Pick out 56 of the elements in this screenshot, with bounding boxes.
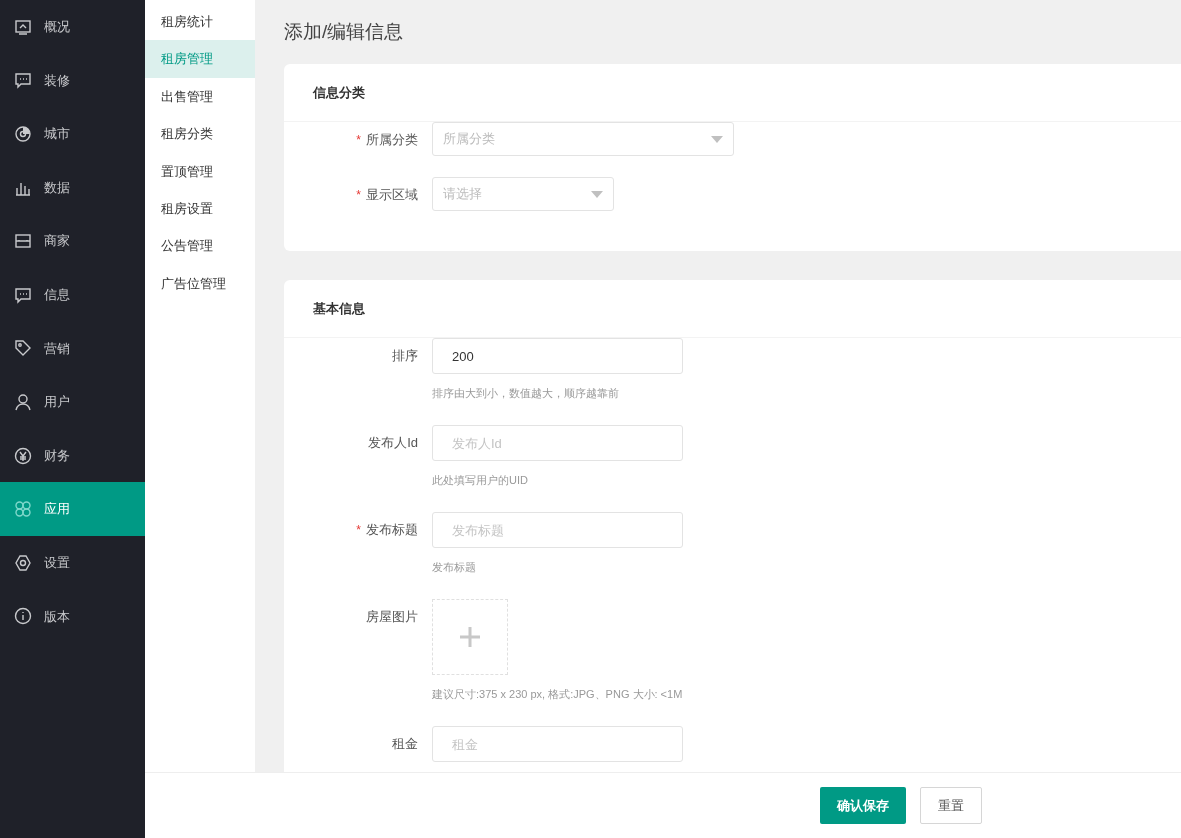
sidebar-item[interactable]: 财务 (0, 428, 145, 483)
sidebar-item[interactable]: 设置 (0, 535, 145, 590)
caret-icon (711, 135, 723, 143)
monitor-icon (14, 17, 32, 36)
sidebar-item[interactable]: 概况 (0, 0, 145, 54)
submenu-item[interactable]: 公告管理 (145, 227, 255, 265)
help-text: 此处填写用户的UID (432, 473, 529, 487)
sidebar-item[interactable]: 数据 (0, 160, 145, 215)
sidebar-item[interactable]: 用户 (0, 375, 145, 429)
sidebar-item[interactable]: 商家 (0, 214, 145, 268)
submenu-item[interactable]: 租房分类 (145, 115, 255, 153)
image-upload[interactable] (432, 599, 508, 675)
submenu-item[interactable]: 租房统计 (145, 3, 255, 41)
section-title: 信息分类 (313, 83, 365, 102)
input-field[interactable]: 200 (432, 338, 683, 374)
field-label: 排序 (392, 347, 418, 365)
sidebar-item[interactable]: 装修 (0, 53, 145, 108)
sidebar-item[interactable]: 城市 (0, 107, 145, 161)
yen-icon (14, 446, 32, 465)
tag-icon (14, 339, 32, 358)
submenu-item[interactable]: 租房设置 (145, 189, 255, 228)
field-label: 所属分类 (366, 131, 418, 149)
info-icon (14, 607, 32, 626)
required-mark: * (356, 132, 361, 149)
sidebar-item[interactable]: 营销 (0, 321, 145, 376)
field-label: 显示区域 (366, 186, 418, 204)
required-mark: * (356, 522, 361, 539)
reset-button[interactable]: 重置 (920, 787, 982, 824)
submenu-item[interactable]: 置顶管理 (145, 152, 255, 190)
sidebar-item[interactable]: 应用 (0, 482, 145, 536)
store-icon (14, 232, 32, 251)
page-title: 添加/编辑信息 (284, 20, 405, 44)
help-text: 发布标题 (432, 560, 477, 574)
caret-icon (591, 190, 603, 198)
save-button[interactable]: 确认保存 (820, 787, 906, 824)
settings-icon (14, 553, 32, 572)
field-label: 房屋图片 (366, 608, 418, 626)
gauge-icon (14, 125, 32, 143)
user-icon (14, 392, 32, 411)
submenu-item[interactable]: 广告位管理 (145, 264, 255, 303)
sidebar-item[interactable]: 版本 (0, 589, 145, 644)
input-field[interactable]: 租金 (432, 726, 683, 762)
help-text: 建议尺寸:375 x 230 px, 格式:JPG、PNG 大小: <1M (432, 687, 683, 701)
field-label: 发布标题 (366, 521, 418, 539)
required-mark: * (356, 187, 361, 204)
submenu-item[interactable]: 出售管理 (145, 77, 255, 116)
input-field[interactable]: 发布人Id (432, 425, 683, 461)
chat-icon (14, 71, 32, 90)
section-title: 基本信息 (313, 299, 365, 318)
sidebar-item[interactable]: 信息 (0, 267, 145, 322)
apps-icon (14, 500, 32, 519)
help-text: 排序由大到小，数值越大，顺序越靠前 (432, 386, 620, 400)
field-label: 发布人Id (368, 434, 418, 452)
plus-icon (460, 627, 480, 647)
field-label: 租金 (392, 735, 418, 753)
chat-icon (14, 285, 32, 304)
